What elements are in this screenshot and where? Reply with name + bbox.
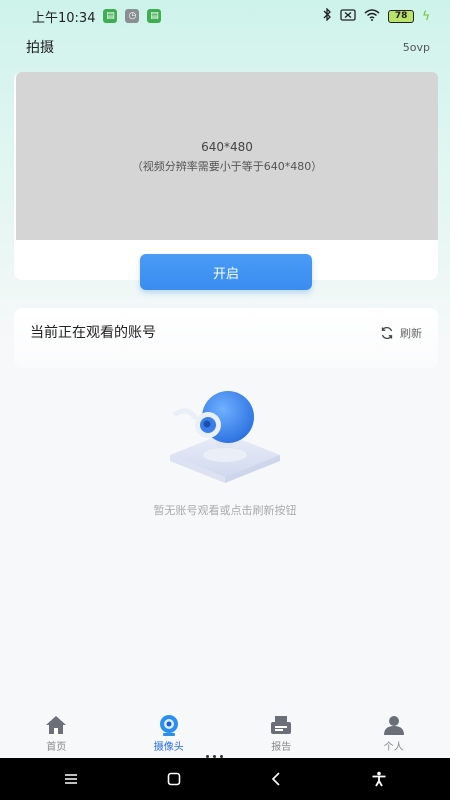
person-icon: [382, 714, 406, 736]
status-bar: 上午10:34 ▤ ◷ ▤ 78 ϟ: [0, 0, 450, 32]
tab-camera[interactable]: 摄像头: [113, 708, 226, 754]
status-icons: 78 ϟ: [322, 7, 430, 24]
tab-report-label: 报告: [271, 742, 292, 753]
bottom-tab-bar: 首页 摄像头 报告 个人: [0, 708, 450, 754]
video-preview: 640*480 （视频分辨率需要小于等于640*480）: [16, 72, 438, 240]
home-nav-icon[interactable]: [154, 764, 194, 794]
report-icon: [269, 714, 293, 736]
alarm-notification-icon: ◷: [125, 9, 140, 23]
back-icon[interactable]: [256, 764, 296, 794]
refresh-icon: [380, 326, 394, 340]
start-button[interactable]: 开启: [140, 254, 312, 290]
tab-camera-label: 摄像头: [153, 742, 184, 753]
accessibility-icon[interactable]: [359, 764, 399, 794]
version-label: 5ovp: [402, 41, 430, 54]
message-notification-icon-2: ▤: [147, 9, 162, 23]
tab-home[interactable]: 首页: [0, 708, 113, 754]
tab-profile[interactable]: 个人: [338, 708, 450, 754]
tab-profile-label: 个人: [383, 742, 404, 753]
watching-title: 当前正在观看的账号: [30, 325, 156, 341]
status-time: 上午10:34: [32, 10, 96, 26]
camera-icon: [157, 714, 181, 736]
wifi-icon: [364, 8, 380, 24]
tab-report[interactable]: 报告: [225, 708, 338, 754]
video-resolution: 640*480: [201, 140, 253, 154]
charging-icon: ϟ: [422, 9, 430, 23]
video-resolution-hint: （视频分辨率需要小于等于640*480）: [131, 160, 323, 173]
no-sim-icon: [340, 8, 356, 24]
webcam-illustration-icon: [160, 385, 290, 485]
page-title: 拍摄: [26, 40, 54, 56]
menu-icon[interactable]: [51, 764, 91, 794]
message-notification-icon: ▤: [103, 9, 118, 23]
bluetooth-icon: [322, 7, 332, 24]
refresh-button[interactable]: 刷新: [380, 325, 422, 341]
empty-state-text: 暂无账号观看或点击刷新按钮: [153, 504, 297, 517]
home-icon: [44, 714, 68, 736]
battery-icon: 78: [388, 9, 415, 23]
refresh-label: 刷新: [400, 327, 422, 340]
system-nav-bar: [0, 758, 450, 800]
tab-home-label: 首页: [46, 742, 67, 753]
